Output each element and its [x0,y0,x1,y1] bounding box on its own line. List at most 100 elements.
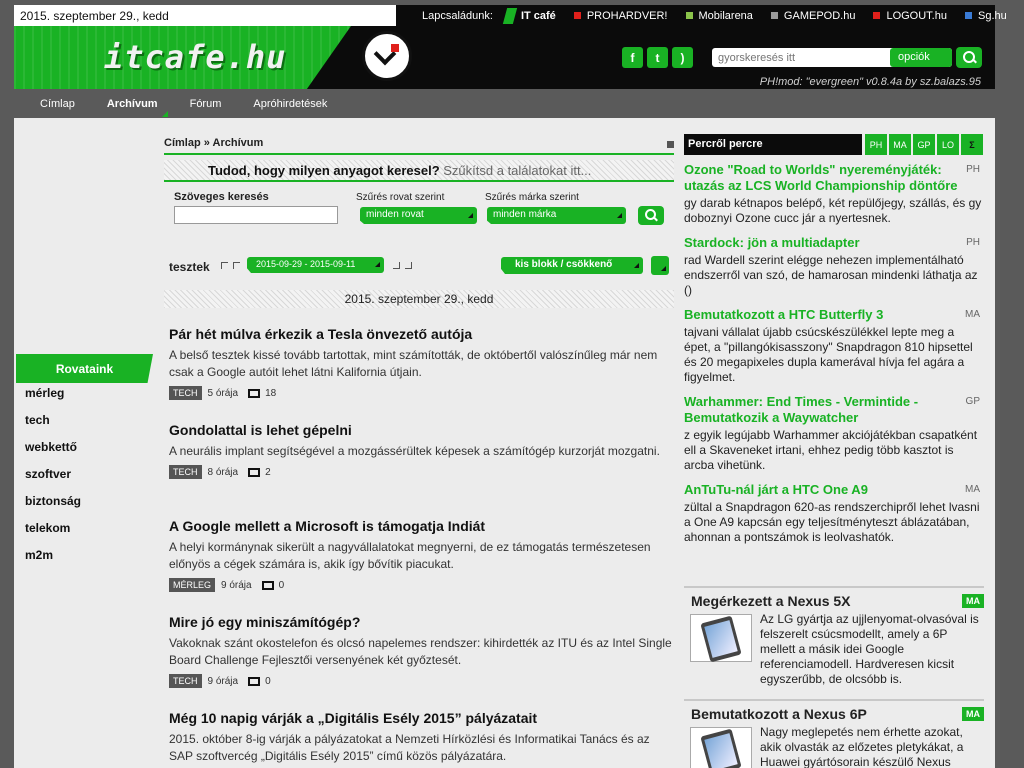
sidebar-item-tech[interactable]: tech [25,413,81,440]
news-card: Megérkezett a Nexus 5X MA Az LG gyártja … [684,586,984,687]
square-icon [770,12,778,19]
article-meta: TECH 9 órája 0 [169,674,674,688]
logo-badge-icon[interactable] [362,31,412,81]
percrol-item-text: rad Wardell szerint elégge nehezen imple… [684,253,978,297]
phone-image-icon[interactable] [690,614,752,662]
tab-gp[interactable]: GP [913,134,935,155]
sidebar-item-biztonsag[interactable]: biztonság [25,494,81,521]
family-link-sg[interactable]: Sg.hu [964,10,1007,22]
percrol-item-title[interactable]: Stardock: jön a multiadapter [684,235,959,251]
card-body: Az LG gyártja az ujjlenyomat-olvasóval i… [684,612,984,687]
comment-icon[interactable] [248,467,261,477]
next-icon[interactable] [393,262,400,269]
nav-item-aprohirdetesek[interactable]: Apróhirdetések [253,98,327,110]
nav-item-forum[interactable]: Fórum [190,98,222,110]
comment-count[interactable]: 18 [265,388,276,399]
marka-select[interactable]: minden márka [487,207,626,224]
rovat-filter-label: Szűrés rovat szerint [356,192,445,203]
square-icon [964,12,972,19]
article-title[interactable]: Mire jó egy miniszámítógép? [169,614,674,630]
article-title[interactable]: A Google mellett a Microsoft is támogatj… [169,518,674,534]
family-link-mobilarena[interactable]: Mobilarena [685,10,753,22]
nav-item-archivum[interactable]: Archívum [107,98,168,117]
category-tag[interactable]: TECH [169,674,202,688]
sidebar-list: mérleg tech webkettő szoftver biztonság … [25,386,81,575]
page-content: Rovataink mérleg tech webkettő szoftver … [14,118,995,768]
article-age: 9 órája [221,579,252,591]
search-box: opciók [712,48,952,67]
comment-count[interactable]: 0 [279,580,285,591]
view-toggle-button[interactable]: kis blokk / csökkenő [501,257,643,274]
tab-ph[interactable]: PH [865,134,887,155]
list-item: Stardock: jön a multiadapter PH rad Ward… [684,235,984,298]
article-lead: A helyi kormánynak sikerült a nagyvállal… [169,540,651,571]
article-title[interactable]: Pár hét múlva érkezik a Tesla önvezető a… [169,326,674,342]
family-link-label: IT café [520,9,556,22]
date-range-select[interactable]: 2015-09-29 - 2015-09-11 [247,257,384,273]
percrol-item-site: PH [966,237,980,248]
square-icon [685,12,693,19]
sidebar-item-webketto[interactable]: webkettő [25,440,81,467]
card-title[interactable]: Bemutatkozott a Nexus 6P MA [684,699,984,725]
article-title[interactable]: Még 10 napig várják a „Digitális Esély 2… [169,710,674,726]
article-title[interactable]: Gondolattal is lehet gépelni [169,422,674,438]
list-item: Bemutatkozott a HTC Butterfly 3 MA tajva… [684,307,984,385]
family-link-prohardver[interactable]: PROHARDVER! [573,10,668,22]
family-link-logout[interactable]: LOGOUT.hu [873,10,947,22]
square-icon [873,12,881,19]
nav-item-cimlap[interactable]: Címlap [40,98,75,110]
prev-icon[interactable] [221,262,228,269]
breadcrumb-separator: » [203,137,210,149]
sidebar-item-telekom[interactable]: telekom [25,521,81,548]
next-icon[interactable] [405,262,412,269]
rss-icon[interactable]: ) [672,47,693,68]
tab-all[interactable]: Σ [961,134,983,155]
comment-icon[interactable] [248,676,261,686]
phone-image-icon[interactable] [690,727,752,768]
breadcrumb-home[interactable]: Címlap [164,137,201,149]
facebook-icon[interactable]: f [622,47,643,68]
site-logo[interactable]: itcafe.hu [104,38,286,76]
card-body: Nagy meglepetés nem érhette azokat, akik… [684,725,984,768]
percrol-list: Ozone "Road to Worlds" nyereményjáték: u… [684,162,984,554]
category-tag[interactable]: TECH [169,386,202,400]
tab-lo[interactable]: LO [937,134,959,155]
rovat-select[interactable]: minden rovat [360,207,477,224]
site-family-bar: Lapcsaládunk: IT café PROHARDVER! Mobila… [396,5,1007,26]
percrol-item-title[interactable]: Ozone "Road to Worlds" nyereményjáték: u… [684,162,959,194]
percrol-item-text: gy darab kétnapos belépő, két repülőjegy… [684,196,982,225]
family-link-label: LOGOUT.hu [886,9,947,22]
search-options-button[interactable]: opciók [890,48,952,67]
category-tag[interactable]: TECH [169,465,202,479]
percrol-item-title[interactable]: Bemutatkozott a HTC Butterfly 3 [684,307,959,323]
listing-controls: tesztek 2015-09-29 - 2015-09-11 kis blok… [169,256,674,278]
search-hint-question: Tudod, hogy milyen anyagot keresel? [208,163,440,178]
list-item: Warhammer: End Times - Vermintide - Bemu… [684,394,984,473]
category-tag[interactable]: MÉRLEG [169,578,216,592]
percrol-item-title[interactable]: AnTuTu-nál járt a HTC One A9 [684,482,959,498]
tab-ma[interactable]: MA [889,134,911,155]
sidebar-item-szoftver[interactable]: szoftver [25,467,81,494]
comment-count[interactable]: 2 [265,467,271,478]
family-link-gamepod[interactable]: GAMEPOD.hu [770,10,855,22]
text-search-input[interactable] [174,206,338,224]
search-hint[interactable]: Tudod, hogy milyen anyagot keresel? Szűk… [164,160,674,182]
search-icon[interactable] [956,47,982,68]
list-item: Még 10 napig várják a „Digitális Esély 2… [169,710,674,768]
comment-icon[interactable] [261,580,274,590]
twitter-icon[interactable]: t [647,47,668,68]
sort-button[interactable] [651,256,669,275]
card-title[interactable]: Megérkezett a Nexus 5X MA [684,586,984,612]
article-age: 9 órája [207,675,239,687]
family-link-itcafe[interactable]: IT café [502,7,556,24]
prev-icon[interactable] [233,262,240,269]
sidebar-item-merleg[interactable]: mérleg [25,386,81,413]
comment-count[interactable]: 0 [265,676,271,687]
quick-search: opciók [712,47,982,68]
percrol-item-title[interactable]: Warhammer: End Times - Vermintide - Bemu… [684,394,959,426]
news-card: Bemutatkozott a Nexus 6P MA Nagy meglepe… [684,699,984,768]
comment-icon[interactable] [248,388,261,398]
search-input[interactable] [712,48,882,67]
search-icon[interactable] [638,206,664,225]
sidebar-item-m2m[interactable]: m2m [25,548,81,575]
